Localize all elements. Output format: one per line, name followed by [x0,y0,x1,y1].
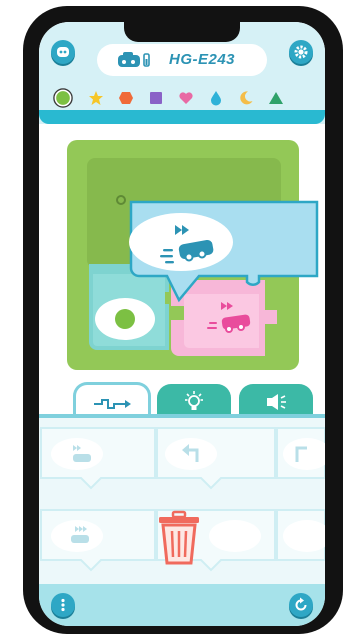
robot-face-icon [57,47,69,57]
filter-triangle[interactable] [266,88,286,108]
device-selector[interactable]: HG-E243 [97,44,267,76]
phone-notch [124,22,240,42]
flow-line-icon [94,398,131,409]
palette-block-forward[interactable] [40,427,156,490]
palette-block-forward-fast[interactable] [40,509,156,572]
app-screen: HG-E243 [39,22,325,626]
reset-button[interactable] [289,593,313,617]
filter-star[interactable] [86,88,106,108]
drop-icon [211,91,221,106]
settings-button[interactable] [289,40,313,64]
trash-icon[interactable] [157,510,201,566]
triangle-icon [269,92,283,104]
filter-moon[interactable] [236,88,256,108]
filter-hexagon[interactable] [116,88,136,108]
block-filter-bar [53,88,313,108]
gear-icon [294,45,308,59]
filter-square[interactable] [146,88,166,108]
more-options-button[interactable] [51,593,75,617]
coding-canvas[interactable] [39,124,325,382]
green-circle-icon [115,309,135,329]
square-icon [150,92,162,104]
bottom-bar [39,584,325,626]
palette-block-turn-right[interactable] [276,427,325,479]
more-vertical-icon [61,598,65,612]
program-board [67,140,319,370]
filter-green-circle[interactable] [53,88,73,108]
block-palette[interactable] [39,414,325,588]
filter-drop[interactable] [206,88,226,108]
filter-heart[interactable] [176,88,196,108]
reset-icon [295,597,307,611]
star-icon [89,91,103,105]
palette-block-turn-left[interactable] [156,427,276,490]
robot-car-icon [118,52,150,67]
profile-button[interactable] [51,40,75,64]
green-circle-icon [53,88,73,108]
heart-icon [179,92,193,104]
header-accent-band [39,110,325,124]
hexagon-icon [119,92,133,104]
device-name: HG-E243 [169,51,236,68]
moon-icon [240,91,253,105]
palette-block-rotate[interactable] [276,509,325,561]
lightbulb-icon [185,391,203,410]
speaker-icon [267,394,286,410]
